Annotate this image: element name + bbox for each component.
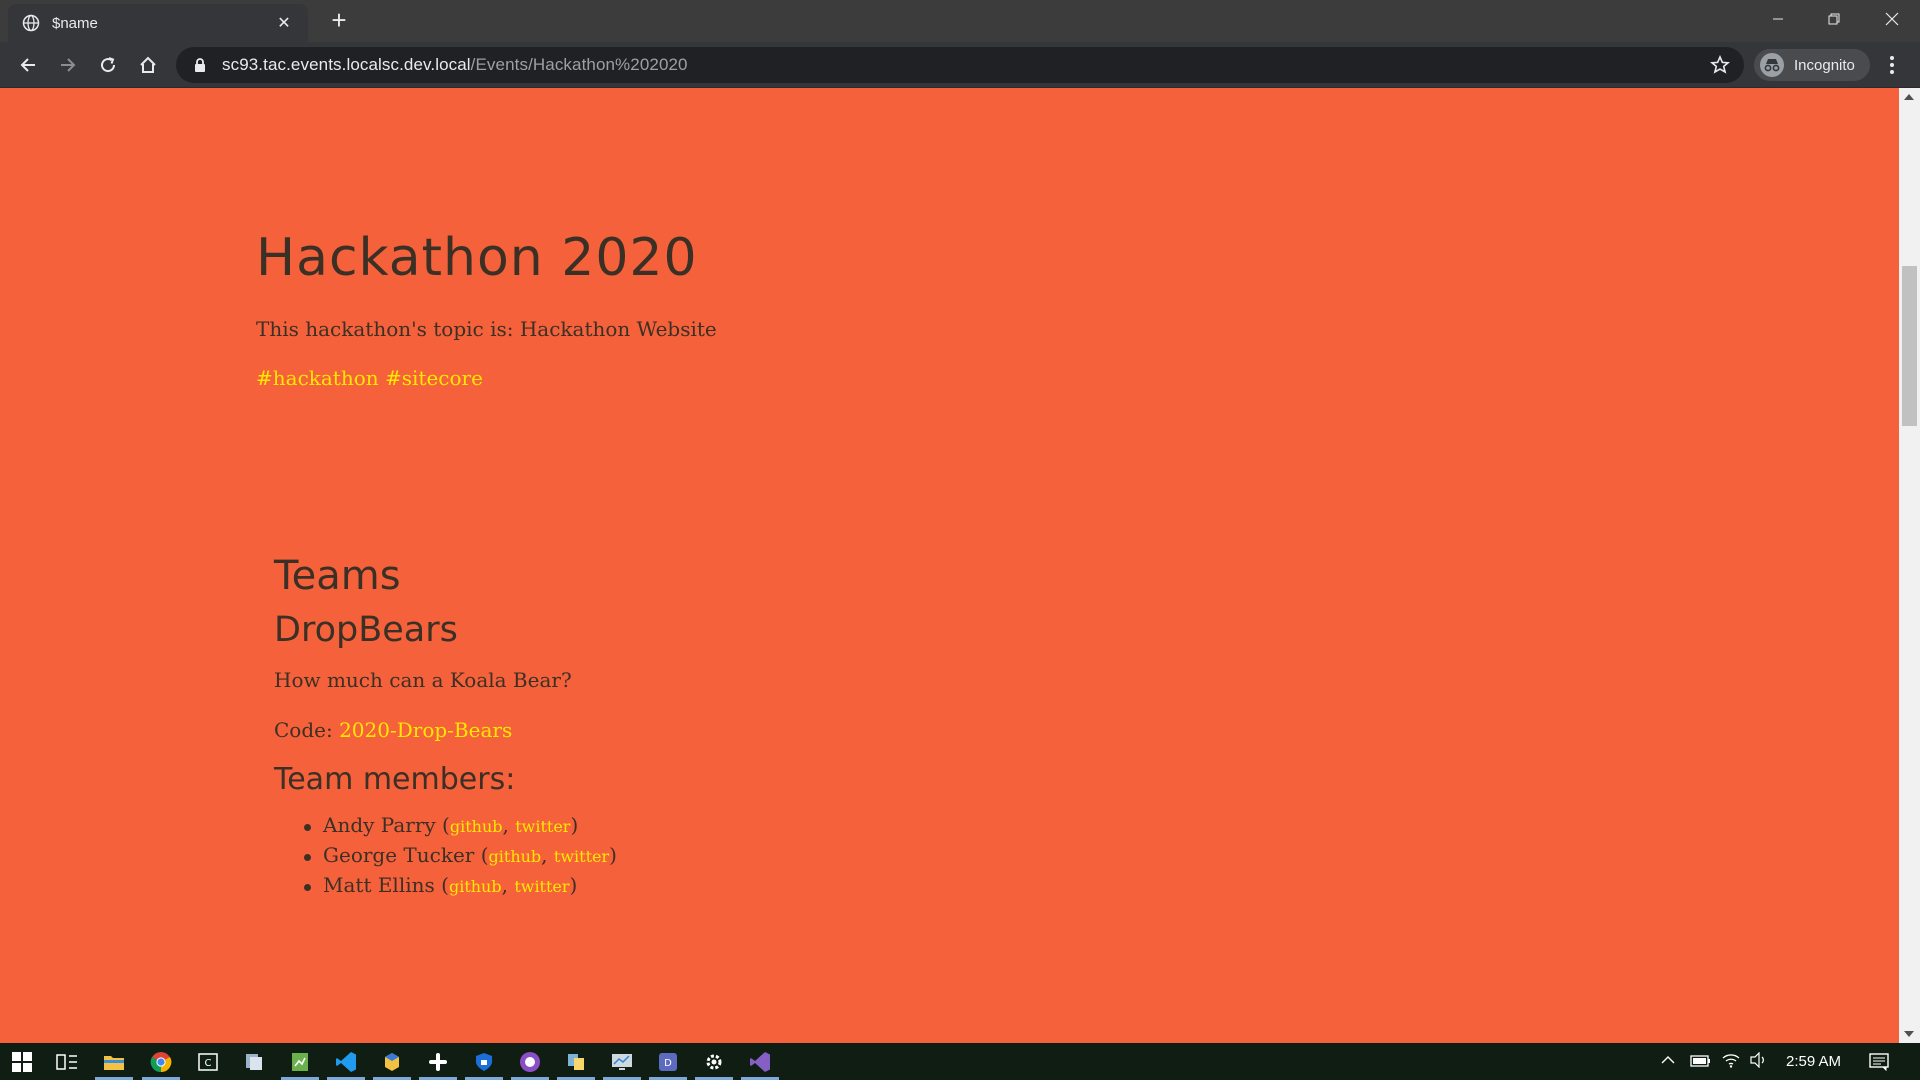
github-link[interactable]: github xyxy=(450,817,503,836)
list-item: Matt Ellins (github, twitter) xyxy=(304,873,617,903)
page-viewport: Hackathon 2020 This hackathon's topic is… xyxy=(0,88,1920,1043)
home-button[interactable] xyxy=(134,51,162,79)
browser-menu-button[interactable] xyxy=(1882,54,1902,76)
arrow-right-icon xyxy=(61,58,76,72)
member-name: George Tucker xyxy=(323,843,475,867)
chrome-icon[interactable] xyxy=(142,1049,180,1080)
restore-window-button[interactable] xyxy=(1806,0,1862,38)
new-tab-button[interactable]: + xyxy=(326,7,352,34)
volume-icon[interactable] xyxy=(1750,1051,1768,1072)
browser-toolbar: sc93.tac.events.localsc.dev.local/Events… xyxy=(0,42,1920,88)
app-icon[interactable] xyxy=(557,1049,595,1080)
app-icon[interactable] xyxy=(373,1049,411,1080)
url-path: /Events/Hackathon%202020 xyxy=(470,55,688,74)
topic-text: This hackathon's topic is: Hackathon Web… xyxy=(256,317,717,341)
twitter-link[interactable]: twitter xyxy=(515,817,570,836)
scroll-down-arrow-icon[interactable] xyxy=(1904,1031,1914,1037)
team-tagline: How much can a Koala Bear? xyxy=(274,668,572,692)
app-icon[interactable] xyxy=(603,1049,641,1080)
notifications-icon[interactable] xyxy=(1866,1049,1892,1075)
twitter-link[interactable]: twitter xyxy=(554,847,609,866)
address-bar[interactable]: sc93.tac.events.localsc.dev.local/Events… xyxy=(176,47,1744,83)
windows-taskbar: C D 2:59 AM xyxy=(0,1043,1920,1080)
minimize-window-button[interactable] xyxy=(1750,0,1806,38)
battery-icon[interactable] xyxy=(1690,1054,1712,1072)
team-code-link[interactable]: 2020-Drop-Bears xyxy=(339,718,512,742)
lock-icon[interactable] xyxy=(192,57,208,73)
taskbar-clock[interactable]: 2:59 AM xyxy=(1786,1053,1841,1070)
svg-text:C: C xyxy=(205,1058,212,1069)
wifi-icon[interactable] xyxy=(1722,1052,1740,1072)
arrow-left-icon xyxy=(20,58,35,72)
github-link[interactable]: github xyxy=(489,847,542,866)
app-icon[interactable] xyxy=(241,1049,267,1075)
chevron-up-icon[interactable] xyxy=(1660,1053,1676,1071)
svg-text:D: D xyxy=(664,1058,672,1069)
bookmark-star-icon[interactable] xyxy=(1709,55,1731,75)
team-members-heading: Team members: xyxy=(274,762,516,797)
list-item: Andy Parry (github, twitter) xyxy=(304,813,617,843)
tab-title: $name xyxy=(52,14,98,32)
page-scrollbar[interactable] xyxy=(1899,88,1920,1043)
scrollbar-thumb[interactable] xyxy=(1902,266,1917,426)
vscode-icon[interactable] xyxy=(327,1049,365,1080)
settings-icon[interactable] xyxy=(695,1049,733,1080)
github-link[interactable]: github xyxy=(449,877,502,896)
windows-start-icon[interactable] xyxy=(9,1049,35,1075)
app-icon[interactable] xyxy=(281,1049,319,1080)
browser-tabstrip: $name ✕ + xyxy=(0,0,1920,42)
list-item: George Tucker (github, twitter) xyxy=(304,843,617,873)
tag-sitecore-link[interactable]: #sitecore xyxy=(385,366,483,390)
close-window-button[interactable] xyxy=(1864,0,1920,38)
browser-tab[interactable]: $name ✕ xyxy=(8,4,308,42)
reload-button[interactable] xyxy=(94,51,122,79)
team-code: Code: 2020-Drop-Bears xyxy=(274,718,512,742)
scroll-up-arrow-icon[interactable] xyxy=(1904,94,1914,100)
more-vertical-icon xyxy=(1890,56,1894,74)
back-button[interactable] xyxy=(14,51,42,79)
slack-icon[interactable] xyxy=(419,1049,457,1080)
team-code-label: Code: xyxy=(274,718,340,742)
url-host: sc93.tac.events.localsc.dev.local xyxy=(222,55,471,74)
teams-heading: Teams xyxy=(274,553,401,599)
app-icon[interactable] xyxy=(465,1049,503,1080)
close-tab-icon[interactable]: ✕ xyxy=(274,13,294,33)
app-icon[interactable]: C xyxy=(195,1049,221,1075)
app-icon[interactable] xyxy=(511,1049,549,1080)
visual-studio-icon[interactable] xyxy=(741,1049,779,1080)
url-text: sc93.tac.events.localsc.dev.local/Events… xyxy=(222,55,688,75)
tag-list: #hackathon #sitecore xyxy=(256,366,483,390)
tag-hackathon-link[interactable]: #hackathon xyxy=(256,366,379,390)
member-name: Andy Parry xyxy=(323,813,436,837)
task-view-icon[interactable] xyxy=(54,1049,80,1075)
incognito-indicator[interactable]: Incognito xyxy=(1754,49,1870,81)
app-icon[interactable]: D xyxy=(649,1049,687,1080)
twitter-link[interactable]: twitter xyxy=(514,877,569,896)
reload-icon xyxy=(101,57,116,73)
member-name: Matt Ellins xyxy=(323,873,435,897)
team-members-list: Andy Parry (github, twitter) George Tuck… xyxy=(304,813,617,903)
page-title: Hackathon 2020 xyxy=(256,228,698,288)
home-icon xyxy=(140,56,156,73)
team-name: DropBears xyxy=(274,610,458,650)
incognito-label: Incognito xyxy=(1794,56,1855,74)
file-explorer-icon[interactable] xyxy=(95,1049,133,1080)
forward-button[interactable] xyxy=(54,51,82,79)
globe-icon xyxy=(22,14,40,32)
incognito-icon xyxy=(1760,53,1784,77)
